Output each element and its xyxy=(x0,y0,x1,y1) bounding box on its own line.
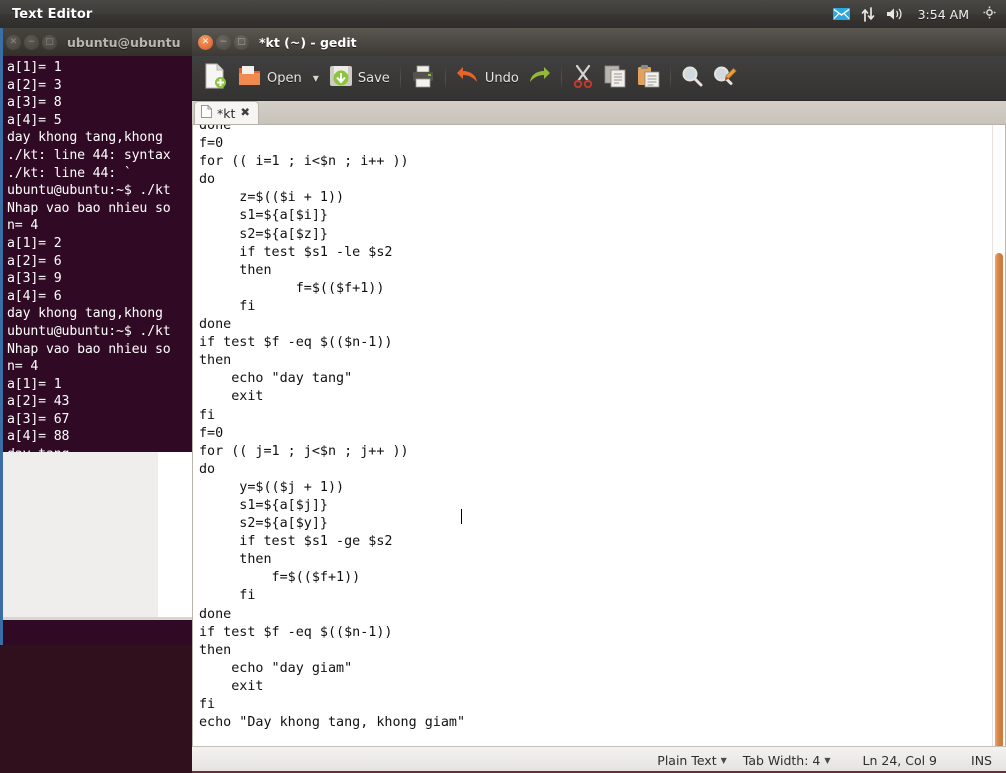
tab-kt-label: *kt xyxy=(217,105,236,121)
gedit-minimize-icon[interactable]: − xyxy=(216,34,231,50)
gedit-window[interactable]: ✕ − □ *kt (~) - gedit Open ▼ Save Undo *… xyxy=(192,28,1006,773)
unity-top-panel: Text Editor 3:54 AM xyxy=(0,0,1006,28)
redo-arrow-icon xyxy=(529,66,551,90)
network-icon[interactable] xyxy=(861,0,875,28)
terminal-left-edge xyxy=(0,28,3,645)
chevron-down-icon: ▼ xyxy=(720,755,727,765)
undo-button-label: Undo xyxy=(484,70,519,86)
background-window-pane xyxy=(3,452,158,617)
save-button-label: Save xyxy=(357,70,390,86)
magnifier-icon xyxy=(681,65,703,91)
terminal-maximize-icon[interactable]: □ xyxy=(42,34,57,50)
toolbar-separator xyxy=(669,65,671,91)
gedit-titlebar[interactable]: ✕ − □ *kt (~) - gedit xyxy=(192,28,1006,56)
chevron-down-icon: ▼ xyxy=(312,73,319,83)
open-dropdown-button[interactable]: ▼ xyxy=(307,59,324,97)
open-button[interactable]: Open xyxy=(232,59,307,97)
gedit-window-controls[interactable]: ✕ − □ xyxy=(198,34,249,50)
print-button[interactable] xyxy=(406,59,440,97)
volume-icon[interactable] xyxy=(886,0,904,28)
terminal-title-label: ubuntu@ubuntu xyxy=(67,34,181,50)
gedit-maximize-icon[interactable]: □ xyxy=(234,34,249,50)
gedit-toolbar: Open ▼ Save Undo xyxy=(192,56,1006,101)
toolbar-separator xyxy=(399,65,401,91)
text-cursor xyxy=(461,509,463,524)
editor-scrollbar-track[interactable] xyxy=(992,125,1005,746)
cursor-position-label: Ln 24, Col 9 xyxy=(862,752,938,768)
tab-width-selector[interactable]: Tab Width: 4 ▼ xyxy=(743,753,831,768)
tab-width-label: Tab Width: 4 xyxy=(742,752,821,768)
insert-mode-label: INS xyxy=(971,752,992,768)
gedit-statusbar: Plain Text ▼ Tab Width: 4 ▼ Ln 24, Col 9… xyxy=(192,746,1006,773)
scissors-icon xyxy=(572,64,594,92)
document-icon xyxy=(201,105,212,121)
save-disk-icon xyxy=(329,64,353,92)
new-file-icon xyxy=(203,63,227,93)
gedit-editor-area[interactable]: done f=0 for (( i=1 ; i<$n ; i++ )) do z… xyxy=(192,125,1006,746)
toolbar-separator xyxy=(560,65,562,91)
system-tray: 3:54 AM xyxy=(832,0,1006,28)
find-button[interactable] xyxy=(676,59,708,97)
desktop-screen: Text Editor 3:54 AM ✕ − □ ubuntu@ubuntu … xyxy=(0,0,1006,773)
undo-arrow-icon xyxy=(456,66,480,90)
terminal-window-controls[interactable]: ✕ − □ xyxy=(6,34,57,50)
source-code-text[interactable]: done f=0 for (( i=1 ; i<$n ; i++ )) do z… xyxy=(193,125,1005,732)
new-document-button[interactable] xyxy=(198,59,232,97)
paste-button[interactable] xyxy=(632,59,665,97)
cut-button[interactable] xyxy=(567,59,599,97)
tab-close-icon[interactable]: ✖ xyxy=(240,107,250,119)
find-replace-icon xyxy=(713,65,737,92)
open-button-label: Open xyxy=(267,70,302,86)
background-window-pane-right xyxy=(158,452,193,617)
terminal-close-icon[interactable]: ✕ xyxy=(6,34,21,50)
chevron-down-icon: ▼ xyxy=(824,755,831,765)
tab-kt[interactable]: *kt ✖ xyxy=(194,101,260,124)
undo-button[interactable]: Undo xyxy=(451,59,524,97)
save-button[interactable]: Save xyxy=(324,59,395,97)
panel-app-title[interactable]: Text Editor xyxy=(12,7,92,22)
open-folder-icon xyxy=(237,64,262,92)
session-cog-icon[interactable] xyxy=(983,6,1000,23)
redo-button[interactable] xyxy=(524,59,556,97)
toolbar-separator xyxy=(444,65,446,91)
printer-icon xyxy=(411,65,435,92)
copy-icon xyxy=(604,65,627,92)
gedit-title-label: *kt (~) - gedit xyxy=(259,34,357,50)
terminal-minimize-icon[interactable]: − xyxy=(24,34,39,50)
editor-scrollbar-thumb[interactable] xyxy=(995,253,1003,746)
gedit-close-icon[interactable]: ✕ xyxy=(198,34,213,50)
copy-button[interactable] xyxy=(599,59,632,97)
background-window-bottom-edge xyxy=(0,617,193,620)
replace-button[interactable] xyxy=(708,59,742,97)
terminal-output-text: a[1]= 1 a[2]= 3 a[3]= 8 a[4]= 5 day khon… xyxy=(7,60,171,480)
clock-label[interactable]: 3:54 AM xyxy=(915,7,972,22)
language-selector[interactable]: Plain Text ▼ xyxy=(657,753,726,768)
mail-icon[interactable] xyxy=(832,0,850,28)
clipboard-paste-icon xyxy=(637,64,660,92)
gedit-tabbar: *kt ✖ xyxy=(192,101,1006,125)
language-label: Plain Text xyxy=(657,752,717,768)
